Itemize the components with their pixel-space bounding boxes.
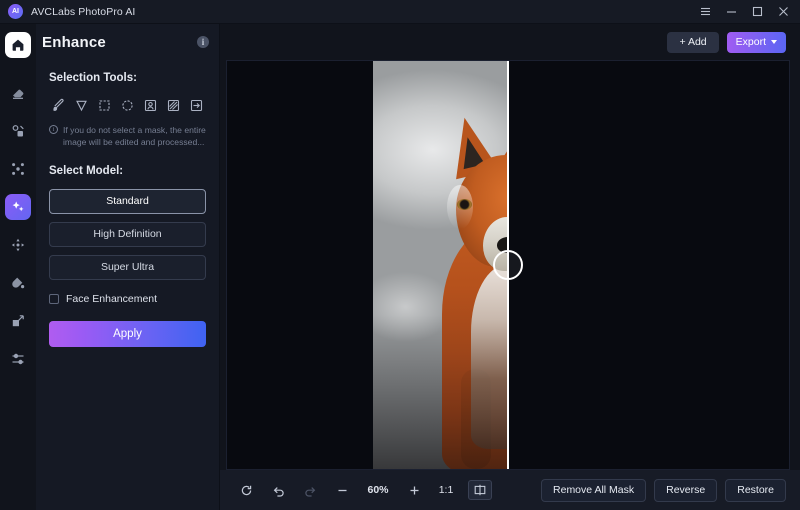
apply-button-label: Apply <box>113 327 142 340</box>
remove-all-mask-button[interactable]: Remove All Mask <box>541 478 647 502</box>
mask-hint-text: If you do not select a mask, the entire … <box>63 125 206 148</box>
sidebar-item-erase[interactable] <box>5 80 31 106</box>
compare-slider-handle[interactable] <box>493 250 523 280</box>
mask-hint: i If you do not select a mask, the entir… <box>49 124 206 149</box>
model-option-label: High Definition <box>93 228 162 241</box>
tool-rail <box>0 24 36 510</box>
sidebar-item-expand[interactable] <box>5 232 31 258</box>
sidebar-item-enhance[interactable] <box>5 194 31 220</box>
zoom-in-button[interactable] <box>398 478 430 502</box>
select-model-label: Select Model: <box>49 164 124 177</box>
photo-half-enhanced <box>372 61 508 469</box>
app-title: AVCLabs PhotoPro AI <box>31 5 136 18</box>
mask-actions: Remove All Mask Reverse Restore <box>541 478 786 502</box>
title-bar: AI AVCLabs PhotoPro AI <box>0 0 800 24</box>
hamburger-menu-icon[interactable] <box>692 1 718 23</box>
zoom-out-button[interactable] <box>326 478 358 502</box>
fox-subject <box>373 61 508 469</box>
maximize-icon[interactable] <box>744 1 770 23</box>
main-toolbar: + Add Export <box>220 24 800 60</box>
photo-half-original <box>508 61 644 469</box>
application-window: AI AVCLabs PhotoPro AI Enhance i Selecti… <box>0 0 800 510</box>
sidebar-item-upscale[interactable] <box>5 156 31 182</box>
export-button[interactable]: Export <box>726 31 786 53</box>
hatched-box-icon[interactable] <box>164 96 183 115</box>
apply-button[interactable]: Apply <box>49 320 206 347</box>
main-area: + Add Export 60% 1:1 Remove All Mask Rev… <box>220 24 800 510</box>
sidebar-item-adjust[interactable] <box>5 346 31 372</box>
remove-all-mask-label: Remove All Mask <box>553 484 635 496</box>
image-canvas[interactable] <box>226 60 790 470</box>
model-option-super-ultra[interactable]: Super Ultra <box>49 254 206 280</box>
reverse-button[interactable]: Reverse <box>654 478 718 502</box>
panel-header: Enhance i <box>36 24 219 60</box>
scene-enhanced <box>372 61 508 469</box>
zoom-level-label: 60% <box>367 484 389 496</box>
sidebar-item-object-removal[interactable] <box>5 118 31 144</box>
export-button-label: Export <box>735 36 766 48</box>
minimize-icon[interactable] <box>718 1 744 23</box>
app-logo-icon: AI <box>8 4 23 19</box>
reset-rotate-icon[interactable] <box>230 478 262 502</box>
info-icon[interactable]: i <box>197 36 209 48</box>
bottom-toolbar: 60% 1:1 Remove All Mask Reverse Restore <box>220 470 800 510</box>
arrow-into-box-icon[interactable] <box>187 96 206 115</box>
page-title: Enhance <box>42 33 106 51</box>
close-icon[interactable] <box>770 1 796 23</box>
brush-icon[interactable] <box>49 96 68 115</box>
app-logo-text: AI <box>12 8 19 15</box>
actual-size-button[interactable]: 1:1 <box>430 484 462 496</box>
face-enhancement-checkbox[interactable] <box>49 293 59 304</box>
home-icon[interactable] <box>5 32 31 58</box>
model-option-label: Standard <box>106 195 149 208</box>
selection-tools-label: Selection Tools: <box>49 72 137 84</box>
reverse-label: Reverse <box>666 484 706 496</box>
model-option-standard[interactable]: Standard <box>49 188 206 214</box>
view-controls: 60% 1:1 <box>230 478 492 502</box>
selection-tools-row <box>49 96 206 115</box>
chevron-down-icon <box>771 40 777 44</box>
fox-eye-left <box>456 198 472 210</box>
model-option-label: Super Ultra <box>100 261 155 274</box>
redo-icon[interactable] <box>294 478 326 502</box>
window-controls <box>692 1 796 23</box>
face-enhancement-row[interactable]: Face Enhancement <box>49 293 206 305</box>
sidebar-item-resize[interactable] <box>5 308 31 334</box>
sidebar-item-colorize[interactable] <box>5 270 31 296</box>
portrait-select-icon[interactable] <box>141 96 160 115</box>
add-button[interactable]: + Add <box>667 31 719 53</box>
panel-content: Selection Tools: i If you do not select … <box>36 60 219 347</box>
lasso-cursor-icon[interactable] <box>72 96 91 115</box>
ellipse-select-icon[interactable] <box>118 96 137 115</box>
face-enhancement-label: Face Enhancement <box>66 292 158 305</box>
undo-icon[interactable] <box>262 478 294 502</box>
info-icon-small: i <box>49 125 58 134</box>
model-option-high-definition[interactable]: High Definition <box>49 221 206 247</box>
restore-label: Restore <box>737 484 774 496</box>
split-compare-icon[interactable] <box>468 480 492 500</box>
restore-button[interactable]: Restore <box>725 478 786 502</box>
enhance-panel: Enhance i Selection Tools: i If you do n… <box>36 24 220 510</box>
rectangle-select-icon[interactable] <box>95 96 114 115</box>
before-after-photo[interactable] <box>372 61 644 469</box>
window-body: Enhance i Selection Tools: i If you do n… <box>0 24 800 510</box>
add-button-label: + Add <box>679 36 707 48</box>
